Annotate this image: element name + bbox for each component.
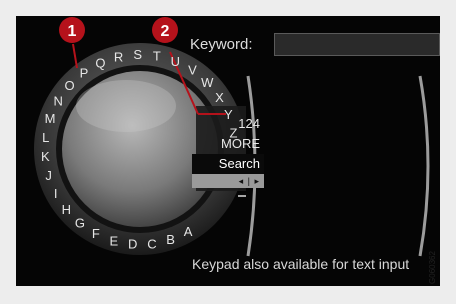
dial-letter-e[interactable]: E: [109, 233, 118, 248]
dial-letter-t[interactable]: T: [153, 49, 161, 64]
dial-letter-n[interactable]: N: [54, 94, 63, 109]
dial-letter-u[interactable]: U: [171, 54, 180, 69]
dial-letter-l[interactable]: L: [42, 130, 49, 145]
more-option[interactable]: MORE: [192, 134, 264, 154]
image-code: G060362: [427, 251, 437, 284]
dial-letter-d[interactable]: D: [128, 237, 137, 252]
dial-letter-q[interactable]: Q: [95, 56, 105, 71]
search-option[interactable]: Search: [192, 154, 264, 174]
decorative-arc-right: [418, 75, 430, 257]
dial-letter-p[interactable]: P: [80, 65, 89, 80]
dial-letter-m[interactable]: M: [45, 111, 56, 126]
dial-letter-f[interactable]: F: [92, 226, 100, 241]
keyword-input[interactable]: [274, 33, 440, 56]
dial-letter-v[interactable]: V: [188, 63, 197, 78]
dial-letter-j[interactable]: J: [45, 168, 52, 183]
dial-shine: [76, 80, 176, 132]
dial-letter-o[interactable]: O: [65, 78, 75, 93]
dial-letter-a[interactable]: A: [184, 224, 193, 239]
hint-text: Keypad also available for text input: [192, 256, 410, 272]
dial-letter-b[interactable]: B: [166, 232, 175, 247]
infotainment-screen: RSTUVWXYZABCDEFGHIJKLMNOPQ Keyword: 124 …: [16, 16, 440, 286]
dial-letter-c[interactable]: C: [147, 236, 156, 251]
dial-letter-x[interactable]: X: [215, 90, 224, 105]
dial-letter-w[interactable]: W: [201, 75, 214, 90]
dial-letter-k[interactable]: K: [41, 149, 50, 164]
dial-letter-g[interactable]: G: [75, 216, 85, 231]
cursor-arrows-option[interactable]: ◂ | ▸: [192, 174, 264, 188]
dial-letter-s[interactable]: S: [133, 47, 142, 62]
dial-letter-r[interactable]: R: [114, 49, 123, 64]
keyword-label: Keyword:: [190, 36, 253, 53]
dial-letter-i[interactable]: I: [54, 186, 58, 201]
dial-letter-h[interactable]: H: [62, 202, 71, 217]
numbers-option[interactable]: 124: [192, 114, 264, 134]
